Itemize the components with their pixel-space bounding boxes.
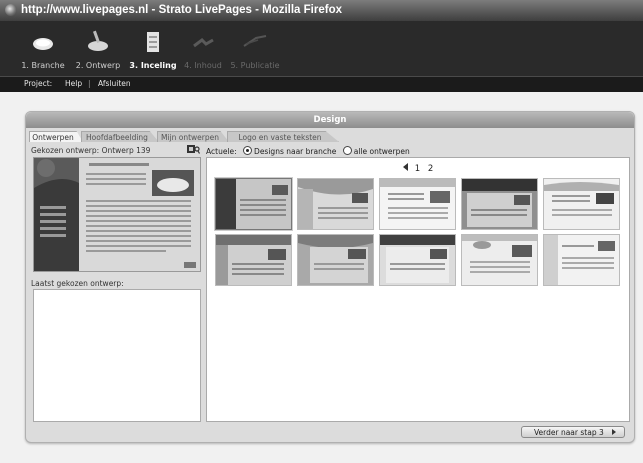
publish-icon [243, 35, 267, 47]
next-step-button[interactable]: Verder naar stap 3 [521, 426, 625, 438]
step-label: 3. Inceling [129, 61, 177, 70]
tab-ontwerpen[interactable]: Ontwerpen [29, 131, 83, 142]
menu-separator: | [88, 79, 91, 88]
prev-page-icon[interactable] [403, 163, 408, 171]
step-branche[interactable]: 1. Branche [18, 21, 68, 76]
step-inhoud: 4. Inhoud [180, 21, 226, 76]
tab-logo-teksten[interactable]: Logo en vaste teksten [227, 131, 339, 142]
design-thumb-4[interactable] [461, 178, 538, 230]
left-column: Gekozen ontwerp: Ontwerp 139 Laatst geko… [31, 144, 201, 440]
firefox-icon [5, 4, 17, 16]
menu-help[interactable]: Help [65, 79, 82, 88]
tab-hoofdafbeelding[interactable]: Hoofdafbeelding [81, 131, 159, 142]
last-chosen-box [33, 289, 201, 422]
step-label: 1. Branche [21, 61, 65, 70]
design-thumb-8[interactable] [379, 234, 456, 286]
design-panel: Design Ontwerpen Hoofdafbeelding Mijn on… [25, 111, 635, 443]
tab-mijn-ontwerpen[interactable]: Mijn ontwerpen [157, 131, 229, 142]
page-link-1[interactable]: 1 [415, 164, 420, 174]
radio-alle-ontwerpen-label[interactable]: alle ontwerpen [354, 147, 410, 156]
design-thumb-2[interactable] [297, 178, 374, 230]
design-thumb-1[interactable] [215, 178, 292, 230]
design-grid: 1 2 [206, 157, 630, 422]
next-step-label: Verder naar stap 3 [534, 428, 604, 437]
content-icon [193, 38, 214, 48]
step-label: 4. Inhoud [184, 61, 222, 70]
radio-alle-ontwerpen[interactable] [342, 146, 352, 155]
design-thumb-3[interactable] [379, 178, 456, 230]
window-title: http://www.livepages.nl - Strato LivePag… [21, 4, 342, 16]
step-label: 2. Ontwerp [75, 61, 121, 70]
filter-label: Actuele: [206, 147, 237, 156]
panel-title: Design [26, 112, 634, 128]
zoom-preview-icon[interactable] [187, 144, 200, 155]
menu-afsluiten[interactable]: Afsluiten [98, 79, 131, 88]
step-label: 5. Publicatie [230, 61, 280, 70]
plate-icon [33, 38, 53, 50]
pager: 1 2 [403, 163, 433, 174]
filter-row: Actuele: Designs naar branche alle ontwe… [206, 146, 410, 156]
chosen-design-label: Gekozen ontwerp: Ontwerp 139 [31, 146, 151, 155]
chevron-right-icon [612, 429, 616, 435]
paint-pot-icon [88, 30, 108, 51]
design-thumb-5[interactable] [543, 178, 620, 230]
step-indeling[interactable]: 3. Inceling [128, 21, 178, 76]
step-publicatie: 5. Publicatie [228, 21, 282, 76]
menu-project[interactable]: Project: [24, 79, 52, 88]
design-thumb-6[interactable] [215, 234, 292, 286]
last-chosen-label: Laatst gekozen ontwerp: [31, 279, 124, 288]
step-ontwerp[interactable]: 2. Ontwerp [72, 21, 124, 76]
content-area: Design Ontwerpen Hoofdafbeelding Mijn on… [0, 92, 643, 463]
wizard-steps-bar: 1. Branche 2. Ontwerp 3. Inceling 4. Inh… [0, 21, 643, 76]
design-thumb-10[interactable] [543, 234, 620, 286]
menu-bar: Project: Help | Afsluiten [0, 76, 643, 92]
design-thumb-7[interactable] [297, 234, 374, 286]
window-titlebar: http://www.livepages.nl - Strato LivePag… [0, 0, 643, 21]
radio-designs-branche-label[interactable]: Designs naar branche [254, 147, 336, 156]
page-link-2[interactable]: 2 [428, 164, 433, 174]
design-preview-image [33, 157, 201, 272]
radio-designs-branche[interactable] [243, 146, 253, 155]
layout-stack-icon [147, 32, 159, 52]
design-thumb-9[interactable] [461, 234, 538, 286]
